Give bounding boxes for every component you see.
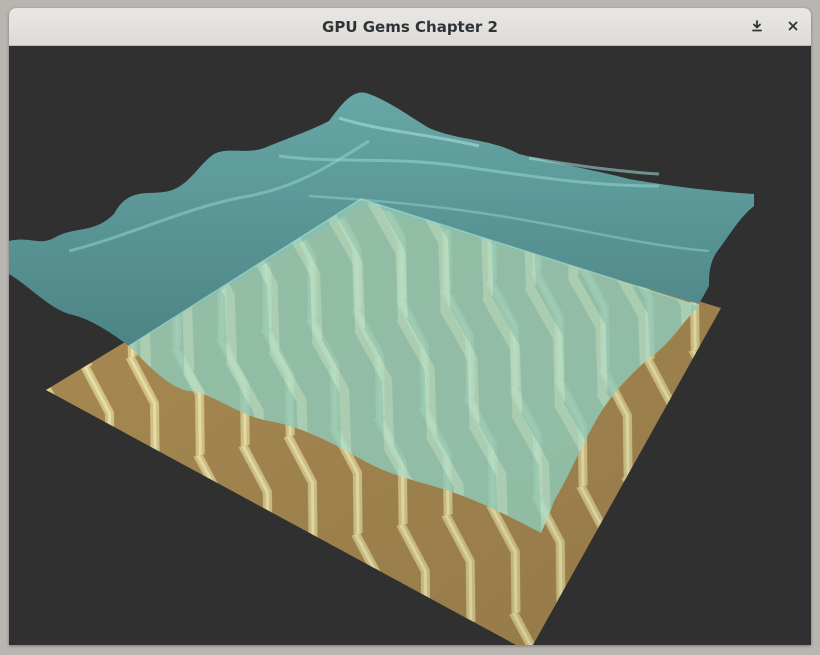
app-window: GPU Gems Chapter 2	[9, 8, 811, 645]
water-scene	[9, 92, 754, 645]
window-title: GPU Gems Chapter 2	[322, 17, 498, 36]
download-icon	[752, 20, 762, 32]
close-button[interactable]	[781, 14, 805, 38]
close-icon	[788, 21, 798, 31]
title-bar[interactable]: GPU Gems Chapter 2	[9, 8, 811, 46]
render-viewport[interactable]	[9, 46, 811, 645]
download-button[interactable]	[745, 14, 769, 38]
